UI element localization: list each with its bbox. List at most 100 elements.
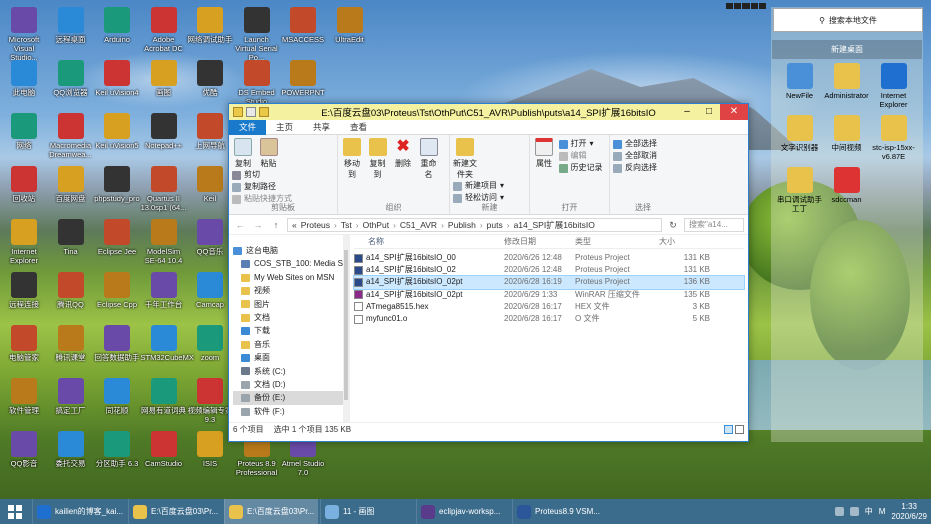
breadcrumb-separator-icon[interactable]: › <box>507 220 510 230</box>
nav-item[interactable]: 下载 <box>233 324 349 337</box>
desktop-icon[interactable]: 网易有道词典 <box>141 378 187 415</box>
side-panel-icon[interactable]: 中间视频 <box>823 115 870 161</box>
nav-scrollbar[interactable] <box>343 235 349 422</box>
column-name[interactable]: 名称 <box>354 235 504 248</box>
desktop-icon[interactable]: Internet Explorer <box>1 219 47 265</box>
nav-item[interactable]: 软件 (F:) <box>233 405 349 418</box>
clock[interactable]: 1:33 2020/6/29 <box>891 502 927 522</box>
new-folder-icon[interactable] <box>259 107 269 117</box>
desktop-icon[interactable]: 此电脑 <box>1 60 47 97</box>
nav-item[interactable]: 备份 (E:) <box>233 391 349 405</box>
side-panel-icon[interactable]: 串口调试助手工丁 <box>776 167 823 213</box>
taskbar-button[interactable]: E:\百度云盘03\Pr... <box>128 499 222 524</box>
desktop-icon[interactable]: 腾讯QQ <box>48 272 94 309</box>
ime-indicator[interactable]: 中 <box>865 506 873 517</box>
select-none-button[interactable]: 全部取消 <box>613 150 657 162</box>
breadcrumb-item[interactable]: « <box>292 220 297 230</box>
desktop-icon[interactable]: ModelSim SE-64 10.4 <box>141 219 187 265</box>
desktop-icon[interactable]: Notepad++ <box>141 113 187 150</box>
desktop-icon[interactable]: Launch Virtual Serial Po... <box>234 7 280 62</box>
desktop-icon[interactable]: Keil <box>187 166 233 203</box>
edit-button[interactable]: 编辑 <box>558 150 603 162</box>
delete-button[interactable]: ✖ 删除 <box>392 138 414 169</box>
desktop-icon[interactable]: Tina <box>48 219 94 256</box>
start-button[interactable] <box>0 499 30 524</box>
large-icons-view-icon[interactable] <box>735 425 744 434</box>
desktop-icon[interactable]: 视频编辑专家 9.3 <box>187 378 233 424</box>
taskbar-button[interactable]: eclipjav-worksp... <box>416 499 510 524</box>
desktop-icon[interactable]: DS Embed Studio <box>234 60 280 106</box>
details-view-icon[interactable] <box>724 425 733 434</box>
desktop-icon[interactable]: MSACCESS <box>280 7 326 44</box>
file-row[interactable]: ATmega8515.hex 2020/6/28 16:17 HEX 文件 3 KB <box>354 301 744 313</box>
breadcrumb-item[interactable]: OthPut <box>363 220 389 230</box>
desktop-icon[interactable]: POWERPNT <box>280 60 326 97</box>
column-type[interactable]: 类型 <box>575 235 655 248</box>
nav-item[interactable]: 文档 <box>233 311 349 324</box>
cut-button[interactable]: 剪切 <box>232 169 292 181</box>
new-folder-button[interactable]: 新建文件夹 <box>453 138 477 180</box>
folder-search-input[interactable]: 搜索"a14... <box>684 217 744 232</box>
back-arrow-icon[interactable]: ← <box>233 218 247 232</box>
desktop-icon[interactable]: Adobe Acrobat DC <box>141 7 187 53</box>
nav-item[interactable]: 文档 (D:) <box>233 378 349 391</box>
side-panel-icon[interactable]: stc-isp-15xx-v6.87E <box>870 115 917 161</box>
history-button[interactable]: 历史记录 <box>558 162 603 174</box>
side-panel-icon[interactable]: NewFile <box>776 63 823 109</box>
nav-item[interactable]: 音乐 <box>233 338 349 351</box>
file-row[interactable]: a14_SPI扩展16bitsIO_02pt 2020/6/29 1:33 WinR… <box>354 289 744 301</box>
breadcrumb-item[interactable]: C51_AVR <box>400 220 437 230</box>
desktop-icon[interactable]: 远程连接 <box>1 272 47 309</box>
taskbar-button[interactable]: kailien的博客_kai... <box>32 499 126 524</box>
tab-home[interactable]: 主页 <box>266 120 303 135</box>
tab-view[interactable]: 查看 <box>340 120 377 135</box>
ime-mode-indicator[interactable]: M <box>879 507 886 516</box>
desktop-icon[interactable]: Eclipse Jee <box>94 219 140 256</box>
invert-selection-button[interactable]: 反向选择 <box>613 162 657 174</box>
move-to-button[interactable]: 移动到 <box>341 138 363 180</box>
breadcrumb-item[interactable]: Tst <box>341 220 352 230</box>
desktop-icon[interactable]: Macromedia Dreamwea... <box>48 113 94 159</box>
desktop-icon[interactable]: Keil uVision5 <box>94 113 140 150</box>
desktop-icon[interactable]: Arduino <box>94 7 140 44</box>
minimize-button[interactable]: – <box>676 104 698 120</box>
breadcrumb-separator-icon[interactable]: › <box>334 220 337 230</box>
file-row[interactable]: a14_SPI扩展16bitsIO_02 2020/6/26 12:48 Prote… <box>354 264 744 276</box>
desktop-icon[interactable]: 远程桌面 <box>48 7 94 44</box>
nav-item[interactable]: 桌面 <box>233 351 349 364</box>
desktop-icon[interactable]: 回答数据助手 <box>94 325 140 362</box>
desktop-icon[interactable]: QQ影音 <box>1 431 47 468</box>
breadcrumb-separator-icon[interactable]: › <box>480 220 483 230</box>
side-panel-icon[interactable]: 文字识别器 <box>776 115 823 161</box>
column-size[interactable]: 大小 <box>655 235 710 248</box>
desktop-icon[interactable]: 优酷 <box>187 60 233 97</box>
nav-item[interactable]: COS_STB_100: Media Serv <box>233 257 349 270</box>
close-button[interactable]: ✕ <box>720 104 748 120</box>
desktop-icon[interactable]: Quartus II 13.0sp1 (64... <box>141 166 187 212</box>
network-icon[interactable] <box>834 507 844 516</box>
nav-item[interactable]: My Web Sites on MSN <box>233 271 349 284</box>
desktop-icon[interactable]: STM32CubeMX <box>141 325 194 362</box>
desktop-icon[interactable]: CamStudio <box>141 431 187 468</box>
breadcrumb-separator-icon[interactable]: › <box>356 220 359 230</box>
desktop-icon[interactable]: 委托交易 <box>48 431 94 468</box>
desktop-icon[interactable]: 网络 <box>1 113 47 150</box>
breadcrumb-item[interactable]: a14_SPI扩展16bitsIO <box>514 219 595 231</box>
breadcrumb-separator-icon[interactable]: › <box>441 220 444 230</box>
breadcrumb-item[interactable]: Publish <box>448 220 476 230</box>
desktop-icon[interactable]: phpstudy_pro <box>94 166 140 203</box>
local-search-box[interactable]: ⚲ 搜索本地文件 <box>773 8 923 32</box>
desktop-icon[interactable]: ISIS <box>187 431 233 468</box>
tab-share[interactable]: 共享 <box>303 120 340 135</box>
breadcrumb-item[interactable]: puts <box>487 220 503 230</box>
maximize-button[interactable]: □ <box>698 104 720 120</box>
desktop-icon[interactable]: QQ浏览器 <box>48 60 94 97</box>
nav-item[interactable]: 这台电脑 <box>233 244 349 257</box>
nav-item[interactable]: 视频 <box>233 284 349 297</box>
side-panel-icon[interactable]: Administrator <box>823 63 870 109</box>
file-row[interactable]: a14_SPI扩展16bitsIO_00 2020/6/26 12:48 Prote… <box>354 252 744 264</box>
copy-button[interactable]: 复制 <box>232 138 254 169</box>
desktop-icon[interactable]: 网络调试助手 <box>187 7 233 44</box>
select-all-button[interactable]: 全部选择 <box>613 138 657 150</box>
file-row[interactable]: myfunc01.o 2020/6/28 16:17 O 文件 5 KB <box>354 313 744 325</box>
